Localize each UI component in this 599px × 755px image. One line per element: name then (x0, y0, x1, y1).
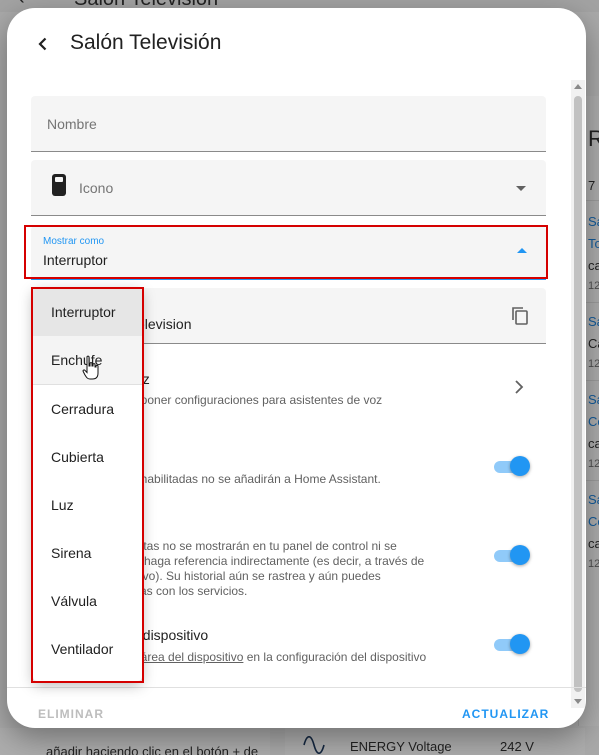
device-area-link[interactable]: el área del dispositivo (128, 650, 243, 664)
area-row-description-rest: en la configuración del dispositivo (243, 650, 427, 664)
scroll-up-arrow-icon[interactable] (574, 84, 582, 89)
visible-row-description-line2: se haga referencia indirectamente (es de… (128, 554, 425, 568)
voice-row-description: exponer configuraciones para asistentes … (128, 393, 383, 407)
visible-row-description-line1: cultas no se mostrarán en tu panel de co… (128, 539, 397, 553)
icon-field-label: Icono (79, 180, 114, 196)
dialog-scrollbar[interactable] (571, 80, 585, 708)
chevron-down-icon (516, 186, 526, 191)
use-device-area-toggle[interactable] (494, 634, 530, 654)
area-row-description: el área del dispositivo en la configurac… (128, 650, 426, 664)
entity-id-value: elevision (137, 316, 192, 332)
chevron-right-icon[interactable] (513, 379, 525, 395)
highlight-box-select (24, 225, 548, 279)
scroll-down-arrow-icon[interactable] (574, 699, 582, 704)
visible-row-description-line4: ellas con los servicios. (128, 584, 248, 598)
dialog-title: Salón Televisión (70, 31, 222, 54)
name-field[interactable]: Nombre (31, 96, 546, 152)
visible-toggle[interactable] (494, 545, 530, 565)
enabled-toggle[interactable] (494, 456, 530, 476)
back-button[interactable] (29, 30, 57, 58)
chevron-left-icon (38, 37, 47, 51)
copy-icon[interactable] (511, 306, 529, 326)
highlight-box-menu (31, 287, 144, 683)
visible-row-description-line3: sitivo). Su historial aún se rastrea y a… (128, 569, 381, 583)
dialog-footer-divider (7, 687, 586, 688)
update-button[interactable]: ACTUALIZAR (462, 707, 549, 721)
enabled-row-description: eshabilitadas no se añadirán a Home Assi… (128, 472, 381, 486)
dialog-header: Salón Televisión (7, 8, 586, 78)
delete-button[interactable]: ELIMINAR (38, 707, 104, 721)
scrollbar-thumb[interactable] (574, 96, 582, 692)
icon-picker-field[interactable]: Icono (31, 160, 546, 216)
name-field-label: Nombre (47, 116, 97, 132)
device-remote-icon (52, 174, 66, 196)
